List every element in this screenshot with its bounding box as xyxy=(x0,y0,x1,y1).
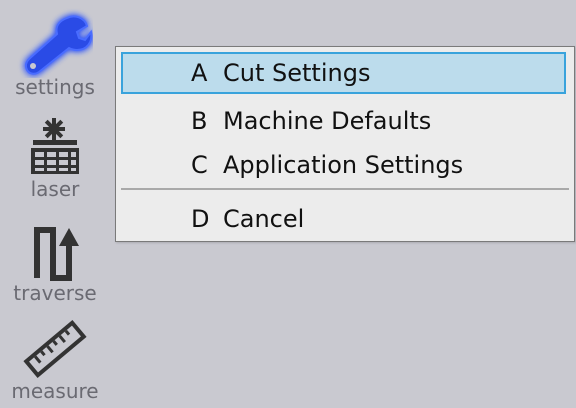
menu-item-key: B xyxy=(191,107,208,135)
wrench-icon xyxy=(24,15,93,75)
app-window: settings laser traverse measure A Cut Se… xyxy=(0,0,576,408)
measure-label: measure xyxy=(11,379,99,403)
laser-label: laser xyxy=(30,177,80,201)
menu-item-label: Cut Settings xyxy=(223,59,371,87)
menu-item-key: A xyxy=(191,59,208,87)
ruler-icon xyxy=(23,320,87,378)
settings-popup-menu: A Cut Settings B Machine Defaults C Appl… xyxy=(115,46,575,242)
menu-item-application-settings[interactable]: C Application Settings xyxy=(121,144,566,186)
settings-button[interactable]: settings xyxy=(0,8,110,98)
menu-item-label: Machine Defaults xyxy=(223,107,432,135)
menu-item-key: D xyxy=(191,205,210,233)
traverse-path-icon xyxy=(34,227,79,281)
menu-separator xyxy=(121,188,569,190)
traverse-button[interactable]: traverse xyxy=(0,220,110,304)
laser-grid-icon xyxy=(31,118,79,174)
menu-item-machine-defaults[interactable]: B Machine Defaults xyxy=(121,100,566,142)
menu-item-label: Cancel xyxy=(223,205,305,233)
laser-button[interactable]: laser xyxy=(0,114,110,200)
measure-button[interactable]: measure xyxy=(0,318,110,402)
menu-item-cancel[interactable]: D Cancel xyxy=(121,198,566,240)
menu-item-cut-settings[interactable]: A Cut Settings xyxy=(121,52,566,94)
menu-item-label: Application Settings xyxy=(223,151,464,179)
traverse-label: traverse xyxy=(13,281,97,305)
settings-label: settings xyxy=(15,75,95,99)
menu-item-key: C xyxy=(191,151,208,179)
